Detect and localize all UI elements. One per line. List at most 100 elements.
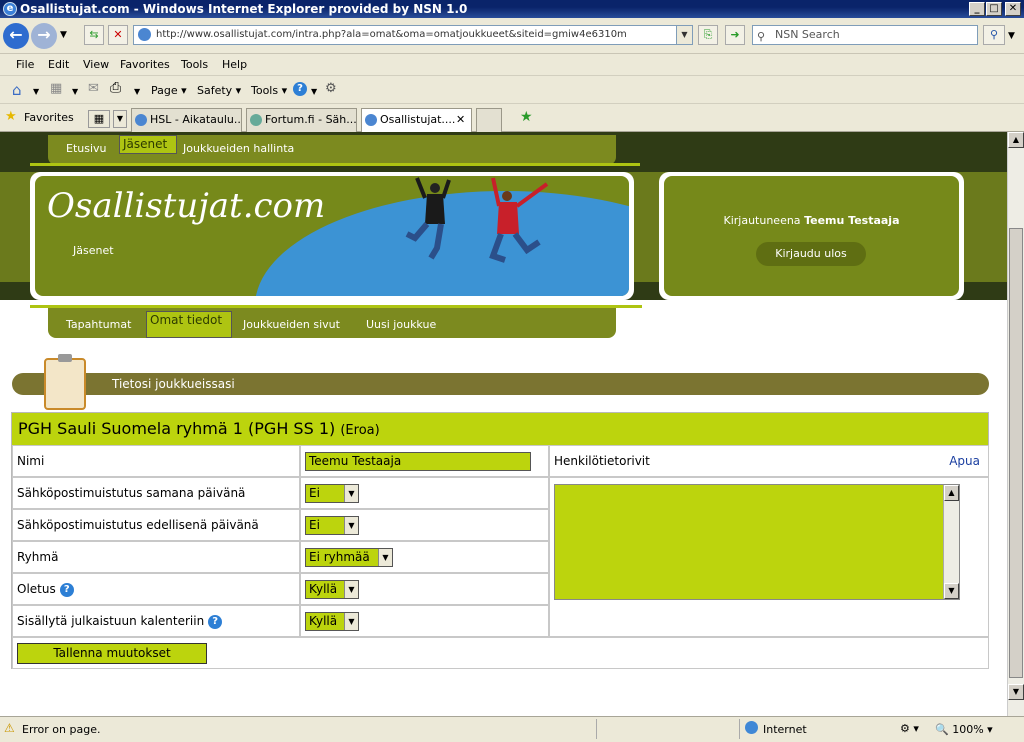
close-window-button[interactable]: ✕ (1005, 2, 1021, 16)
tab-fortum[interactable]: Fortum.fi - Säh... (246, 108, 357, 132)
feeds-icon[interactable]: ▦ (50, 81, 62, 96)
calendar-select[interactable]: Kyllä ▼ (305, 612, 359, 631)
address-field[interactable]: http://www.osallistujat.com/intra.php?al… (133, 25, 693, 45)
chevron-down-icon: ▼ (344, 613, 358, 630)
top-nav-joukkueiden-hallinta[interactable]: Joukkueiden hallinta (174, 135, 303, 162)
help-link[interactable]: Apua (949, 446, 980, 476)
close-tab-icon[interactable]: ✕ (456, 109, 465, 131)
search-options-icon[interactable]: ▼ (1008, 31, 1015, 41)
menu-edit[interactable]: Edit (48, 58, 69, 71)
tab-label: Osallistujat.... (380, 113, 456, 126)
back-button[interactable]: ← (3, 23, 29, 49)
sub-nav-joukkueiden-sivut[interactable]: Joukkueiden sivut (234, 311, 349, 338)
favorites-button[interactable]: Favorites (24, 111, 74, 124)
save-button[interactable]: Tallenna muutokset (17, 643, 207, 664)
scroll-down-icon[interactable]: ▼ (944, 583, 959, 599)
address-dropdown-icon[interactable]: ▼ (676, 26, 692, 44)
mail-icon[interactable]: ✉ (88, 81, 99, 96)
notes-textarea[interactable]: ▲ ▼ (554, 484, 960, 600)
feeds-dropdown-icon[interactable]: ▼ (72, 87, 78, 96)
save-row: Tallenna muutokset (12, 637, 989, 669)
header-banner: Osallistujat.com Jäsenet (30, 172, 634, 300)
quick-tabs-icon[interactable]: ▦ (88, 110, 110, 128)
search-icon[interactable]: ⚲ (983, 25, 1005, 45)
tab-fortum-icon (250, 114, 262, 126)
scroll-thumb[interactable] (1009, 228, 1023, 678)
tab-osallistujat[interactable]: Osallistujat.... ✕ (361, 108, 472, 133)
ryhma-select[interactable]: Ei ryhmää ▼ (305, 548, 393, 567)
info-icon[interactable]: ? (208, 614, 223, 629)
globe-icon (745, 721, 758, 734)
top-nav-etusivu[interactable]: Etusivu (57, 135, 116, 162)
ryhma-value: Ei ryhmää (309, 550, 370, 564)
notes-scrollbar[interactable]: ▲ ▼ (943, 485, 959, 599)
chevron-down-icon: ▼ (344, 517, 358, 534)
login-box: Kirjautuneena Teemu Testaaja Kirjaudu ul… (659, 172, 964, 300)
home-icon[interactable]: ⌂ (12, 81, 22, 99)
history-dropdown-icon[interactable]: ▼ (60, 30, 67, 40)
menu-help[interactable]: Help (222, 58, 247, 71)
sub-nav: Tapahtumat Omat tiedot Joukkueiden sivut… (48, 308, 616, 338)
section-title: Tietosi joukkueissasi (112, 377, 235, 391)
print-icon[interactable]: ⎙ (110, 80, 121, 96)
compat-view-icon[interactable]: ⇆ (84, 25, 104, 45)
help-icon[interactable]: ? (293, 82, 307, 96)
help-dropdown-icon[interactable]: ▼ (311, 87, 317, 96)
maximize-button[interactable]: □ (986, 2, 1002, 16)
favorites-star-icon[interactable]: ★ (5, 109, 17, 124)
logout-button[interactable]: Kirjaudu ulos (756, 242, 866, 266)
tab-list-icon[interactable]: ▼ (113, 110, 127, 128)
forward-button[interactable]: → (31, 23, 57, 49)
menu-file[interactable]: File (16, 58, 34, 71)
email-same-day-value: Ei (309, 486, 320, 500)
search-placeholder: NSN Search (775, 28, 840, 41)
ryhma-cell: Ei ryhmää ▼ (300, 541, 549, 573)
protected-mode-icon[interactable]: ⚙ ▾ (900, 722, 919, 735)
page-scrollbar[interactable]: ▲ ▼ (1007, 132, 1024, 716)
zoom-level[interactable]: 🔍 100% ▾ (935, 723, 993, 736)
menu-tools[interactable]: Tools (181, 58, 208, 71)
favorites-tab-bar: ★ Favorites ▦ ▼ HSL - Aikataulu... Fortu… (0, 104, 1024, 133)
info-icon[interactable]: ? (59, 582, 74, 597)
top-nav-jasenet[interactable]: Jäsenet (119, 135, 178, 154)
command-bar: ⌂ ▼ ▦ ▼ ✉ ⎙ ▼ Page ▾ Safety ▾ Tools ▾ ? … (0, 76, 1024, 104)
safety-menu[interactable]: Safety ▾ (197, 84, 241, 97)
tab-hsl[interactable]: HSL - Aikataulu... (131, 108, 242, 132)
email-same-day-select[interactable]: Ei ▼ (305, 484, 359, 503)
leave-group-link[interactable]: (Eroa) (340, 423, 379, 438)
nimi-input[interactable]: Teemu Testaaja (305, 452, 531, 471)
label-ryhma: Ryhmä (12, 541, 300, 573)
tab-osallistujat-icon (365, 114, 377, 126)
address-toolbar: ← → ▼ ⇆ ✕ http://www.osallistujat.com/in… (0, 18, 1024, 54)
top-nav: Etusivu Jäsenet Joukkueiden hallinta (48, 135, 616, 165)
tools-menu[interactable]: Tools ▾ (251, 84, 287, 97)
search-input[interactable]: ⚲ NSN Search (752, 25, 978, 45)
page-menu[interactable]: Page ▾ (151, 84, 187, 97)
new-tab-button[interactable] (476, 108, 502, 132)
oletus-select[interactable]: Kyllä ▼ (305, 580, 359, 599)
home-dropdown-icon[interactable]: ▼ (33, 87, 39, 96)
scroll-up-icon[interactable]: ▲ (944, 485, 959, 501)
chevron-down-icon: ▼ (344, 581, 358, 598)
label-email-same-day: Sähköpostimuistutus samana päivänä (12, 477, 300, 509)
menu-favorites[interactable]: Favorites (120, 58, 170, 71)
email-previous-day-select[interactable]: Ei ▼ (305, 516, 359, 535)
scroll-up-icon[interactable]: ▲ (1008, 132, 1024, 148)
sub-nav-omat-tiedot[interactable]: Omat tiedot (146, 311, 233, 338)
calendar-cell: Kyllä ▼ (300, 605, 549, 637)
print-dropdown-icon[interactable]: ▼ (134, 87, 140, 96)
tab-hsl-icon (135, 114, 147, 126)
rss-check-icon[interactable]: ⎘ (698, 25, 718, 45)
warning-icon[interactable]: ⚠ (4, 721, 15, 735)
sub-nav-uusi-joukkue[interactable]: Uusi joukkue (357, 311, 445, 338)
add-favorites-icon[interactable]: ★ (520, 109, 533, 125)
go-button[interactable]: ➜ (725, 25, 745, 45)
minimize-button[interactable]: _ (969, 2, 985, 16)
site-logo[interactable]: Osallistujat.com (47, 186, 325, 226)
sub-nav-tapahtumat[interactable]: Tapahtumat (57, 311, 140, 338)
scroll-down-icon[interactable]: ▼ (1008, 684, 1024, 700)
calendar-value: Kyllä (309, 614, 338, 628)
stop-button[interactable]: ✕ (108, 25, 128, 45)
research-icon[interactable]: ⚙ (325, 81, 337, 96)
menu-view[interactable]: View (83, 58, 109, 71)
